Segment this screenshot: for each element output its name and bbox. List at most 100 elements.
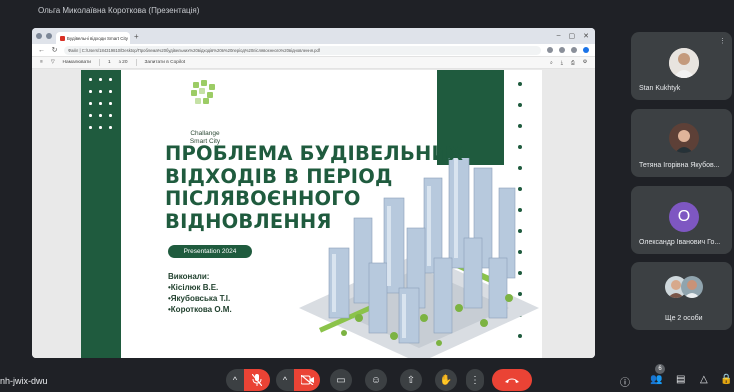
tab-title: Будівельні відходи Smart City [67, 35, 128, 41]
participant-name: Олександр Іванович Го... [639, 239, 721, 246]
authors-block: Виконали: •Кісілюк В.Е. •Якубовська Т.І.… [168, 271, 232, 315]
people-icon[interactable]: 👥 [650, 374, 662, 385]
title-line: ПРОБЛЕМА БУДІВЕЛЬНИХ [165, 142, 464, 165]
participant-tile[interactable]: О Олександр Іванович Го... [631, 186, 732, 254]
participant-tile[interactable]: ⋮ Stan Kukhtyk [631, 32, 732, 100]
collections-icon[interactable] [571, 47, 577, 53]
page-total: з 20 [118, 60, 128, 65]
camera-off-icon[interactable] [294, 369, 320, 391]
title-line: ПІСЛЯВОЄННОГО [165, 187, 361, 210]
raise-hand-icon[interactable]: ✋ [435, 369, 457, 391]
slide-title: ПРОБЛЕМА БУДІВЕЛЬНИХ ВІДХОДІВ В ПЕРІОД П… [165, 142, 464, 233]
workspaces-icon[interactable] [46, 33, 52, 39]
presentation-badge: Presentation 2024 [168, 245, 252, 258]
contents-icon[interactable]: ≡ [40, 60, 43, 65]
decorative-dot [518, 145, 522, 149]
chevron-up-icon[interactable]: ^ [276, 369, 294, 391]
save-icon[interactable]: ⤓ [561, 60, 563, 66]
decorative-dot [99, 78, 102, 81]
window-controls: – ▢ ✕ [557, 32, 595, 40]
more-options-icon[interactable]: ⋮ [466, 369, 484, 391]
extension-icon[interactable] [547, 47, 553, 53]
minimize-icon[interactable]: – [557, 32, 561, 40]
participant-name: Тетяна Ігорівна Якубов... [639, 162, 720, 169]
leave-call-button[interactable] [492, 369, 532, 391]
participant-tile-group[interactable]: Ще 2 особи [631, 262, 732, 330]
decorative-dot [89, 90, 92, 93]
mic-control: ^ [226, 369, 270, 391]
copilot-icon[interactable] [583, 47, 589, 53]
activities-icon[interactable]: △ [700, 374, 708, 385]
more-options-icon[interactable]: ⋮ [719, 37, 726, 45]
decorative-dot [518, 124, 522, 128]
maximize-icon[interactable]: ▢ [569, 32, 576, 40]
refresh-icon[interactable]: ↻ [51, 46, 58, 54]
decorative-dot [109, 90, 112, 93]
info-icon[interactable]: ⓘ [620, 374, 630, 389]
address-bar-row: ← ↻ Файл | C:/Users/184319810/Desktop/Пр… [32, 44, 595, 57]
lock-icon[interactable]: 🔒 [720, 374, 732, 385]
page-number[interactable]: 1 [108, 60, 111, 65]
back-icon[interactable]: ← [38, 47, 45, 54]
decorative-dot [89, 114, 92, 117]
present-icon[interactable]: ⇧ [400, 369, 422, 391]
favorites-icon[interactable] [559, 47, 565, 53]
decorative-dot [109, 126, 112, 129]
browser-tab[interactable]: Будівельні відходи Smart City [56, 32, 130, 44]
decorative-dot [99, 102, 102, 105]
avatar [669, 48, 699, 78]
filter-icon[interactable]: ▽ [51, 60, 55, 65]
participant-count-badge: 6 [655, 364, 665, 374]
search-icon[interactable]: ⌕ [550, 60, 553, 66]
chat-icon[interactable]: ▤ [676, 374, 685, 385]
decorative-dot [99, 114, 102, 117]
pdf-toolbar: ≡ ▽ Намалювати 1 з 20 Запитати в Copilot… [32, 57, 595, 69]
avatar [681, 276, 703, 298]
title-line: ВІДНОВЛЕННЯ [165, 209, 332, 233]
presenter-label: Ольга Миколаївна Короткова (Презентація) [38, 6, 200, 15]
camera-control: ^ [276, 369, 320, 391]
captions-icon[interactable]: ▭ [330, 369, 352, 391]
decorative-dot [109, 114, 112, 117]
author-item: •Якубовська Т.І. [168, 294, 231, 303]
pdf-viewer[interactable]: Challange Smart City ПРОБЛЕМА БУДІВЕЛЬНИ… [32, 69, 595, 358]
address-bar[interactable]: Файл | C:/Users/184319810/Desktop/Пробле… [64, 45, 541, 55]
logo-text-line: Challange [190, 130, 220, 137]
chevron-up-icon[interactable]: ^ [226, 369, 244, 391]
decorative-dot [89, 102, 92, 105]
decorative-dot [518, 103, 522, 107]
avatar: О [669, 202, 699, 232]
author-item: •Кісілюк В.Е. [168, 283, 219, 292]
decorative-dot [109, 78, 112, 81]
mic-off-icon[interactable] [244, 369, 270, 391]
phone-hangup-icon [505, 378, 519, 383]
divider [135, 59, 137, 66]
shared-screen: Будівельні відходи Smart City + – ▢ ✕ ← … [32, 28, 595, 358]
authors-heading: Виконали: [168, 272, 210, 281]
avatar-letter: О [677, 208, 691, 225]
browser-tab-strip: Будівельні відходи Smart City + – ▢ ✕ [32, 28, 595, 44]
pdf-icon [60, 35, 65, 41]
new-tab-icon[interactable]: + [134, 32, 139, 41]
participant-name: Stan Kukhtyk [639, 85, 681, 92]
divider [98, 59, 100, 66]
participant-name: Ще 2 особи [665, 315, 703, 322]
draw-button[interactable]: Намалювати [63, 60, 91, 65]
participant-tile[interactable]: Тетяна Ігорівна Якубов... [631, 109, 732, 177]
decorative-dot [89, 78, 92, 81]
decorative-dot [89, 126, 92, 129]
title-line: ВІДХОДІВ В ПЕРІОД [165, 164, 393, 188]
decorative-dot [99, 90, 102, 93]
smart-city-logo [189, 80, 217, 108]
copilot-button[interactable]: Запитати в Copilot [145, 60, 186, 65]
avatar [669, 123, 699, 153]
decorative-dot [99, 126, 102, 129]
print-icon[interactable]: ⎙ [571, 60, 575, 66]
close-icon[interactable]: ✕ [583, 32, 589, 40]
profile-icon[interactable] [36, 33, 42, 39]
emoji-icon[interactable]: ☺ [365, 369, 387, 391]
decorative-dot [109, 102, 112, 105]
settings-icon[interactable]: ⚙ [583, 60, 587, 66]
slide: Challange Smart City ПРОБЛЕМА БУДІВЕЛЬНИ… [81, 70, 542, 358]
author-item: •Короткова О.М. [168, 305, 232, 314]
